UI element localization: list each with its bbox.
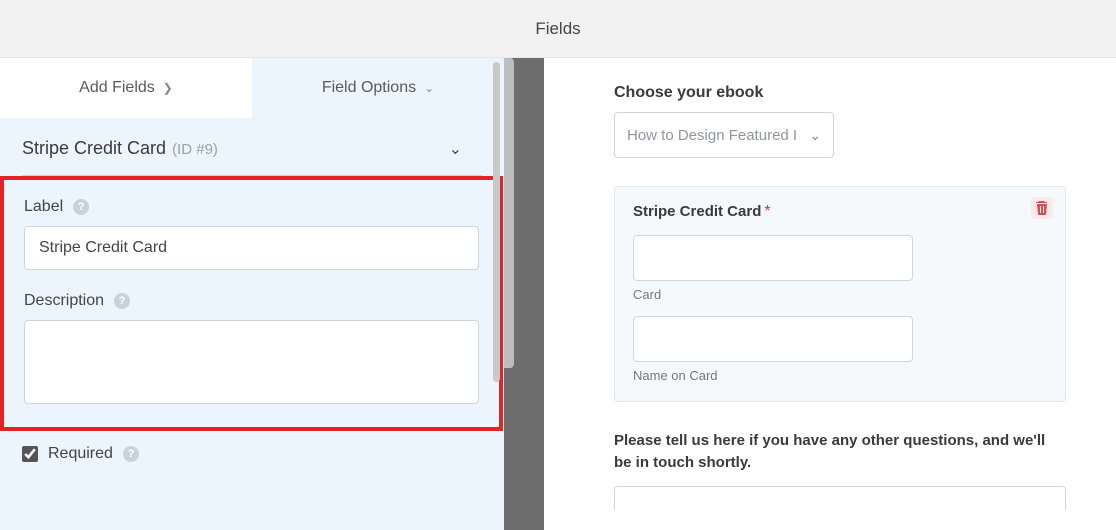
- help-icon[interactable]: ?: [114, 293, 130, 309]
- sidebar: Add Fields ❯ Field Options ⌄ Stripe Cred…: [0, 58, 504, 530]
- field-title: Stripe Credit Card: [22, 138, 166, 159]
- field-options-panel: Stripe Credit Card (ID #9) ⌄ Label ? Des…: [0, 118, 504, 530]
- tab-add-fields-label: Add Fields: [79, 79, 155, 97]
- ebook-label: Choose your ebook: [614, 84, 1066, 102]
- help-icon[interactable]: ?: [123, 446, 139, 462]
- field-header[interactable]: Stripe Credit Card (ID #9) ⌄: [0, 118, 504, 169]
- required-checkbox[interactable]: [22, 446, 38, 462]
- form-preview: Choose your ebook How to Design Featured…: [544, 58, 1116, 530]
- tab-add-fields[interactable]: Add Fields ❯: [0, 58, 252, 118]
- name-sublabel: Name on Card: [633, 368, 1047, 383]
- required-caption: Required: [48, 445, 113, 463]
- description-row: Description ?: [24, 292, 479, 310]
- questions-label: Please tell us here if you have any othe…: [614, 430, 1066, 474]
- divider-scrollbar[interactable]: [504, 58, 514, 368]
- highlighted-section: Label ? Description ?: [0, 176, 503, 431]
- stripe-card-title: Stripe Credit Card: [633, 203, 761, 220]
- label-caption: Label: [24, 198, 63, 216]
- required-row: Required ?: [0, 431, 504, 463]
- preview-area: Choose your ebook How to Design Featured…: [544, 58, 1116, 530]
- field-id: (ID #9): [172, 141, 218, 158]
- required-star: *: [764, 203, 770, 220]
- sidebar-scrollbar[interactable]: [493, 62, 500, 382]
- description-caption: Description: [24, 292, 104, 310]
- card-sublabel: Card: [633, 287, 1047, 302]
- questions-textarea[interactable]: [614, 486, 1066, 510]
- chevron-down-icon[interactable]: ⌄: [449, 139, 482, 159]
- card-number-input[interactable]: [633, 235, 913, 281]
- ebook-selected-value: How to Design Featured I: [627, 127, 797, 144]
- panel-divider: [504, 58, 544, 530]
- stripe-card-block[interactable]: Stripe Credit Card* Card Name on Card: [614, 186, 1066, 402]
- content: Add Fields ❯ Field Options ⌄ Stripe Cred…: [0, 58, 1116, 530]
- sidebar-tabs: Add Fields ❯ Field Options ⌄: [0, 58, 504, 118]
- label-row: Label ?: [24, 198, 479, 216]
- help-icon[interactable]: ?: [73, 199, 89, 215]
- chevron-right-icon: ❯: [163, 81, 173, 95]
- chevron-down-icon: ⌄: [809, 127, 821, 144]
- chevron-down-icon: ⌄: [424, 81, 434, 95]
- trash-icon[interactable]: [1031, 197, 1053, 219]
- tab-field-options-label: Field Options: [322, 79, 416, 97]
- page-title: Fields: [535, 19, 580, 39]
- name-on-card-input[interactable]: [633, 316, 913, 362]
- tab-field-options[interactable]: Field Options ⌄: [252, 58, 504, 118]
- ebook-select[interactable]: How to Design Featured I ⌄: [614, 112, 834, 158]
- description-textarea[interactable]: [24, 320, 479, 404]
- topbar: Fields: [0, 0, 1116, 58]
- field-header-left: Stripe Credit Card (ID #9): [22, 138, 218, 159]
- label-input[interactable]: [24, 226, 479, 270]
